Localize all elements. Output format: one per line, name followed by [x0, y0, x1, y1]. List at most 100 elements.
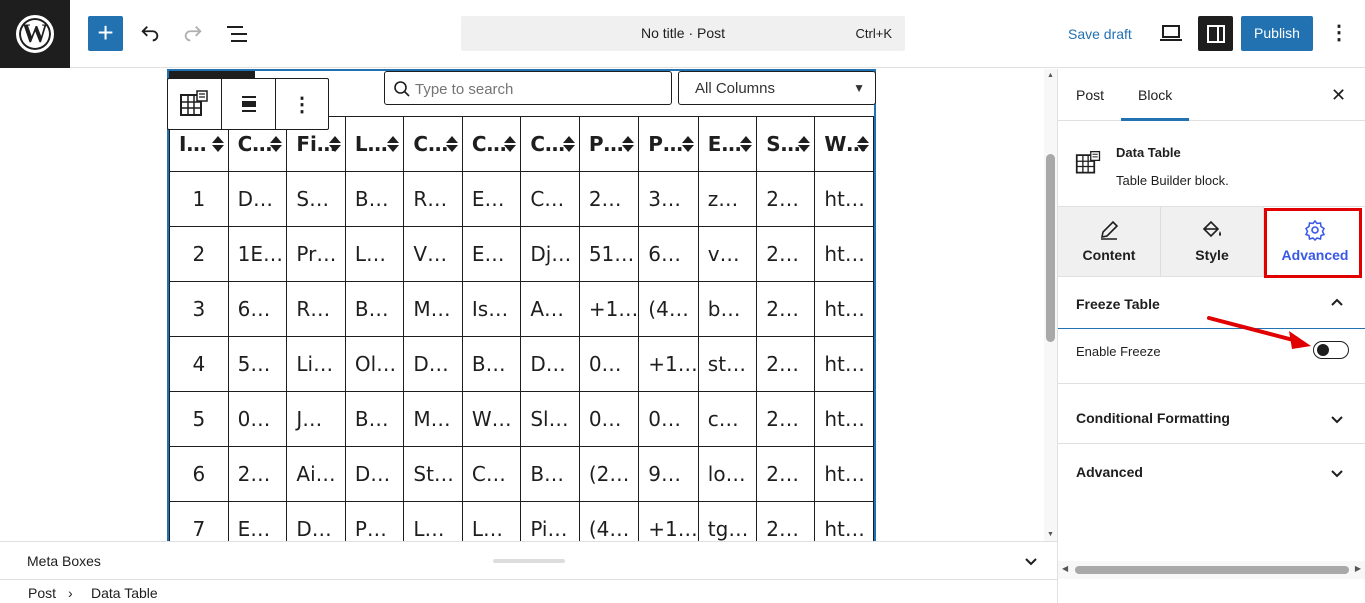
sidebar-scrollbar[interactable]: ◀ ▶	[1058, 561, 1365, 579]
table-cell[interactable]: M…	[403, 391, 463, 447]
table-cell[interactable]: 2…	[756, 226, 816, 282]
table-cell[interactable]: Ai…	[286, 446, 346, 502]
close-icon[interactable]: ✕	[1331, 85, 1346, 106]
table-cell[interactable]: 0…	[227, 391, 288, 447]
table-cell[interactable]: 2…	[756, 336, 816, 392]
sort-icon[interactable]	[504, 136, 517, 154]
table-cell[interactable]: R…	[286, 281, 346, 337]
scrollbar-thumb[interactable]	[1075, 566, 1349, 574]
table-cell[interactable]: 2…	[578, 171, 640, 227]
sort-icon[interactable]	[857, 136, 869, 154]
table-cell[interactable]: lo…	[697, 446, 758, 502]
sort-icon[interactable]	[387, 136, 400, 154]
table-cell[interactable]: 5…	[227, 336, 288, 392]
table-cell[interactable]: M…	[403, 281, 463, 337]
table-cell[interactable]: c…	[697, 391, 758, 447]
table-cell[interactable]: b…	[697, 281, 758, 337]
table-cell[interactable]: ht…	[814, 281, 874, 337]
column-header[interactable]: P…	[638, 116, 699, 172]
table-cell[interactable]: 1	[169, 171, 229, 227]
column-header[interactable]: P…	[578, 116, 640, 172]
table-cell[interactable]: ht…	[814, 501, 874, 541]
table-cell[interactable]: 7	[169, 501, 229, 541]
preview-desktop-icon[interactable]	[1159, 22, 1183, 49]
scroll-left-icon[interactable]: ◀	[1062, 564, 1068, 573]
scroll-up-icon[interactable]: ▲	[1047, 72, 1054, 79]
table-cell[interactable]: 2…	[756, 171, 816, 227]
table-cell[interactable]: C…	[520, 171, 580, 227]
table-cell[interactable]: Ol…	[344, 336, 405, 392]
resize-handle[interactable]	[493, 559, 565, 563]
table-cell[interactable]: E…	[461, 226, 522, 282]
sort-icon[interactable]	[622, 136, 635, 154]
table-cell[interactable]: V…	[403, 226, 463, 282]
redo-icon[interactable]	[177, 18, 209, 50]
table-cell[interactable]: ht…	[814, 336, 874, 392]
table-cell[interactable]: D…	[286, 501, 346, 541]
column-header[interactable]: C…	[461, 116, 522, 172]
table-cell[interactable]: B…	[520, 446, 580, 502]
chevron-up-icon[interactable]	[1328, 294, 1346, 312]
table-cell[interactable]: ht…	[814, 446, 874, 502]
table-cell[interactable]: 3…	[638, 171, 699, 227]
block-options-icon[interactable]: ⋮	[276, 79, 328, 129]
sort-icon[interactable]	[328, 136, 341, 154]
canvas-scrollbar[interactable]: ▲ ▼	[1044, 69, 1057, 541]
table-cell[interactable]: B…	[344, 391, 405, 447]
column-filter-select[interactable]: All Columns ▼	[678, 71, 876, 105]
table-cell[interactable]: D…	[344, 446, 405, 502]
block-type-button[interactable]	[168, 79, 222, 129]
table-cell[interactable]: L…	[344, 226, 405, 282]
table-cell[interactable]: +1…	[638, 501, 699, 541]
chevron-down-icon[interactable]	[1328, 410, 1346, 428]
scroll-down-icon[interactable]: ▼	[1047, 531, 1054, 538]
table-cell[interactable]: ht…	[814, 391, 874, 447]
table-cell[interactable]: (4…	[578, 501, 640, 541]
table-cell[interactable]: st…	[697, 336, 758, 392]
settings-sidebar-toggle[interactable]	[1198, 16, 1233, 51]
tab-style[interactable]: Style	[1161, 207, 1263, 277]
table-cell[interactable]: Is…	[461, 281, 522, 337]
scroll-right-icon[interactable]: ▶	[1355, 564, 1361, 573]
table-cell[interactable]: 6	[169, 446, 229, 502]
table-cell[interactable]: R…	[403, 171, 463, 227]
search-input[interactable]	[415, 78, 665, 100]
table-cell[interactable]: 1E…	[227, 226, 288, 282]
options-menu-icon[interactable]: ⋮	[1328, 20, 1350, 48]
table-cell[interactable]: Pi…	[520, 501, 580, 541]
sort-icon[interactable]	[562, 136, 575, 154]
column-header[interactable]: C…	[403, 116, 463, 172]
table-cell[interactable]: +1…	[578, 281, 640, 337]
table-cell[interactable]: Dj…	[520, 226, 580, 282]
table-cell[interactable]: 9…	[638, 446, 699, 502]
table-cell[interactable]: +1…	[638, 336, 699, 392]
table-cell[interactable]: 2…	[756, 281, 816, 337]
tab-block[interactable]: Block	[1138, 87, 1172, 103]
wordpress-logo-button[interactable]: W	[0, 0, 70, 68]
column-header[interactable]: W…	[814, 116, 874, 172]
table-cell[interactable]: E…	[461, 171, 522, 227]
sort-icon[interactable]	[681, 136, 694, 154]
table-cell[interactable]: Li…	[286, 336, 346, 392]
table-cell[interactable]: z…	[697, 171, 758, 227]
table-cell[interactable]: 0…	[578, 336, 640, 392]
table-cell[interactable]: D…	[227, 171, 288, 227]
table-cell[interactable]: B…	[461, 336, 522, 392]
align-button[interactable]	[222, 79, 276, 129]
table-cell[interactable]: S…	[286, 171, 346, 227]
table-cell[interactable]: P…	[344, 501, 405, 541]
tab-post[interactable]: Post	[1076, 87, 1104, 103]
table-cell[interactable]: 5	[169, 391, 229, 447]
data-table-block[interactable]: All Columns ▼ I…C…Fi…L…C…C…C…P…P…E…S…W… …	[167, 69, 876, 541]
table-cell[interactable]: B…	[344, 171, 405, 227]
table-cell[interactable]: v…	[697, 226, 758, 282]
table-cell[interactable]: W…	[461, 391, 522, 447]
command-palette-bar[interactable]: No title · Post Ctrl+K	[461, 16, 905, 51]
table-cell[interactable]: Pr…	[286, 226, 346, 282]
table-cell[interactable]: ht…	[814, 226, 874, 282]
table-cell[interactable]: 6…	[638, 226, 699, 282]
table-cell[interactable]: 2…	[756, 446, 816, 502]
meta-boxes-panel[interactable]: Meta Boxes	[0, 541, 1057, 579]
tab-content[interactable]: Content	[1058, 207, 1160, 277]
column-header[interactable]: C…	[520, 116, 580, 172]
